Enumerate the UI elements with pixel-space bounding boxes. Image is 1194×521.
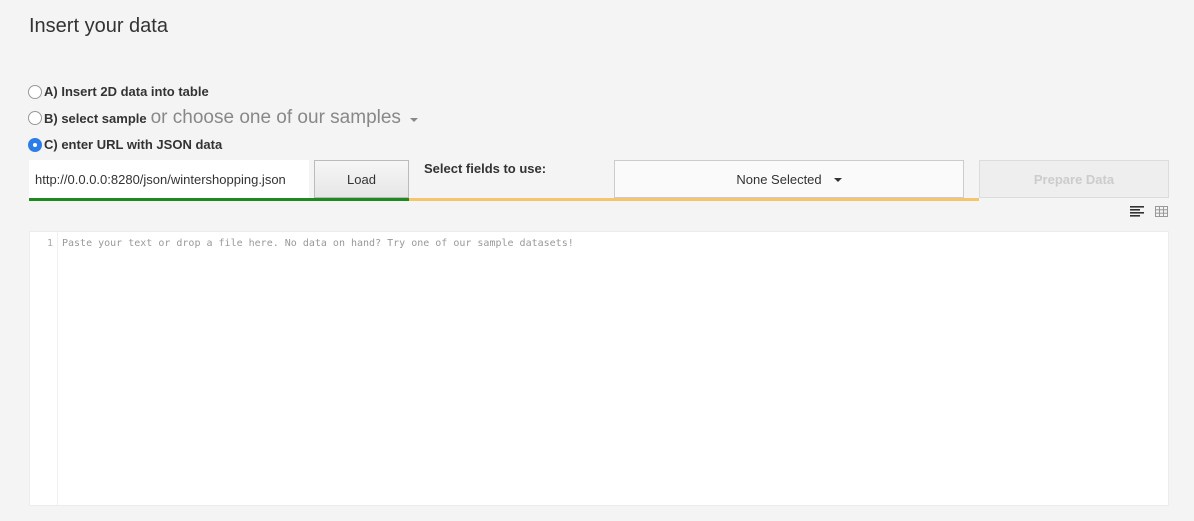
url-input-underline (29, 198, 409, 201)
select-fields-label: Select fields to use: (424, 161, 547, 176)
fields-multiselect[interactable]: None Selected (614, 160, 964, 198)
option-a-row[interactable]: A) Insert 2D data into table (28, 84, 209, 99)
editor-placeholder: Paste your text or drop a file here. No … (62, 238, 574, 249)
page-title: Insert your data (29, 15, 168, 37)
fields-underline (409, 198, 979, 201)
option-c-row[interactable]: C) enter URL with JSON data (28, 137, 222, 152)
option-a-label[interactable]: A) Insert 2D data into table (44, 84, 209, 99)
data-editor[interactable]: 1 Paste your text or drop a file here. N… (29, 231, 1169, 506)
option-a-radio[interactable] (28, 84, 42, 99)
fields-multiselect-value: None Selected (736, 171, 822, 187)
chevron-down-icon (833, 177, 842, 182)
editor-gutter: 1 (30, 232, 58, 505)
sample-select-label: or choose one of our samples (150, 107, 401, 128)
option-b-label[interactable]: B) select sample (44, 111, 147, 126)
chevron-down-icon (409, 117, 418, 122)
option-b-radio[interactable] (28, 111, 42, 125)
url-input[interactable] (29, 160, 309, 198)
align-left-icon[interactable] (1130, 204, 1144, 222)
table-grid-icon[interactable] (1155, 204, 1168, 222)
option-c-label[interactable]: C) enter URL with JSON data (44, 137, 222, 152)
sample-select-dropdown[interactable]: or choose one of our samples (151, 107, 418, 129)
load-button[interactable]: Load (314, 160, 409, 198)
option-b-row[interactable]: B) select sample or choose one of our sa… (28, 107, 418, 129)
prepare-data-button[interactable]: Prepare Data (979, 160, 1169, 198)
option-c-radio[interactable] (28, 137, 42, 152)
line-number: 1 (46, 238, 53, 249)
